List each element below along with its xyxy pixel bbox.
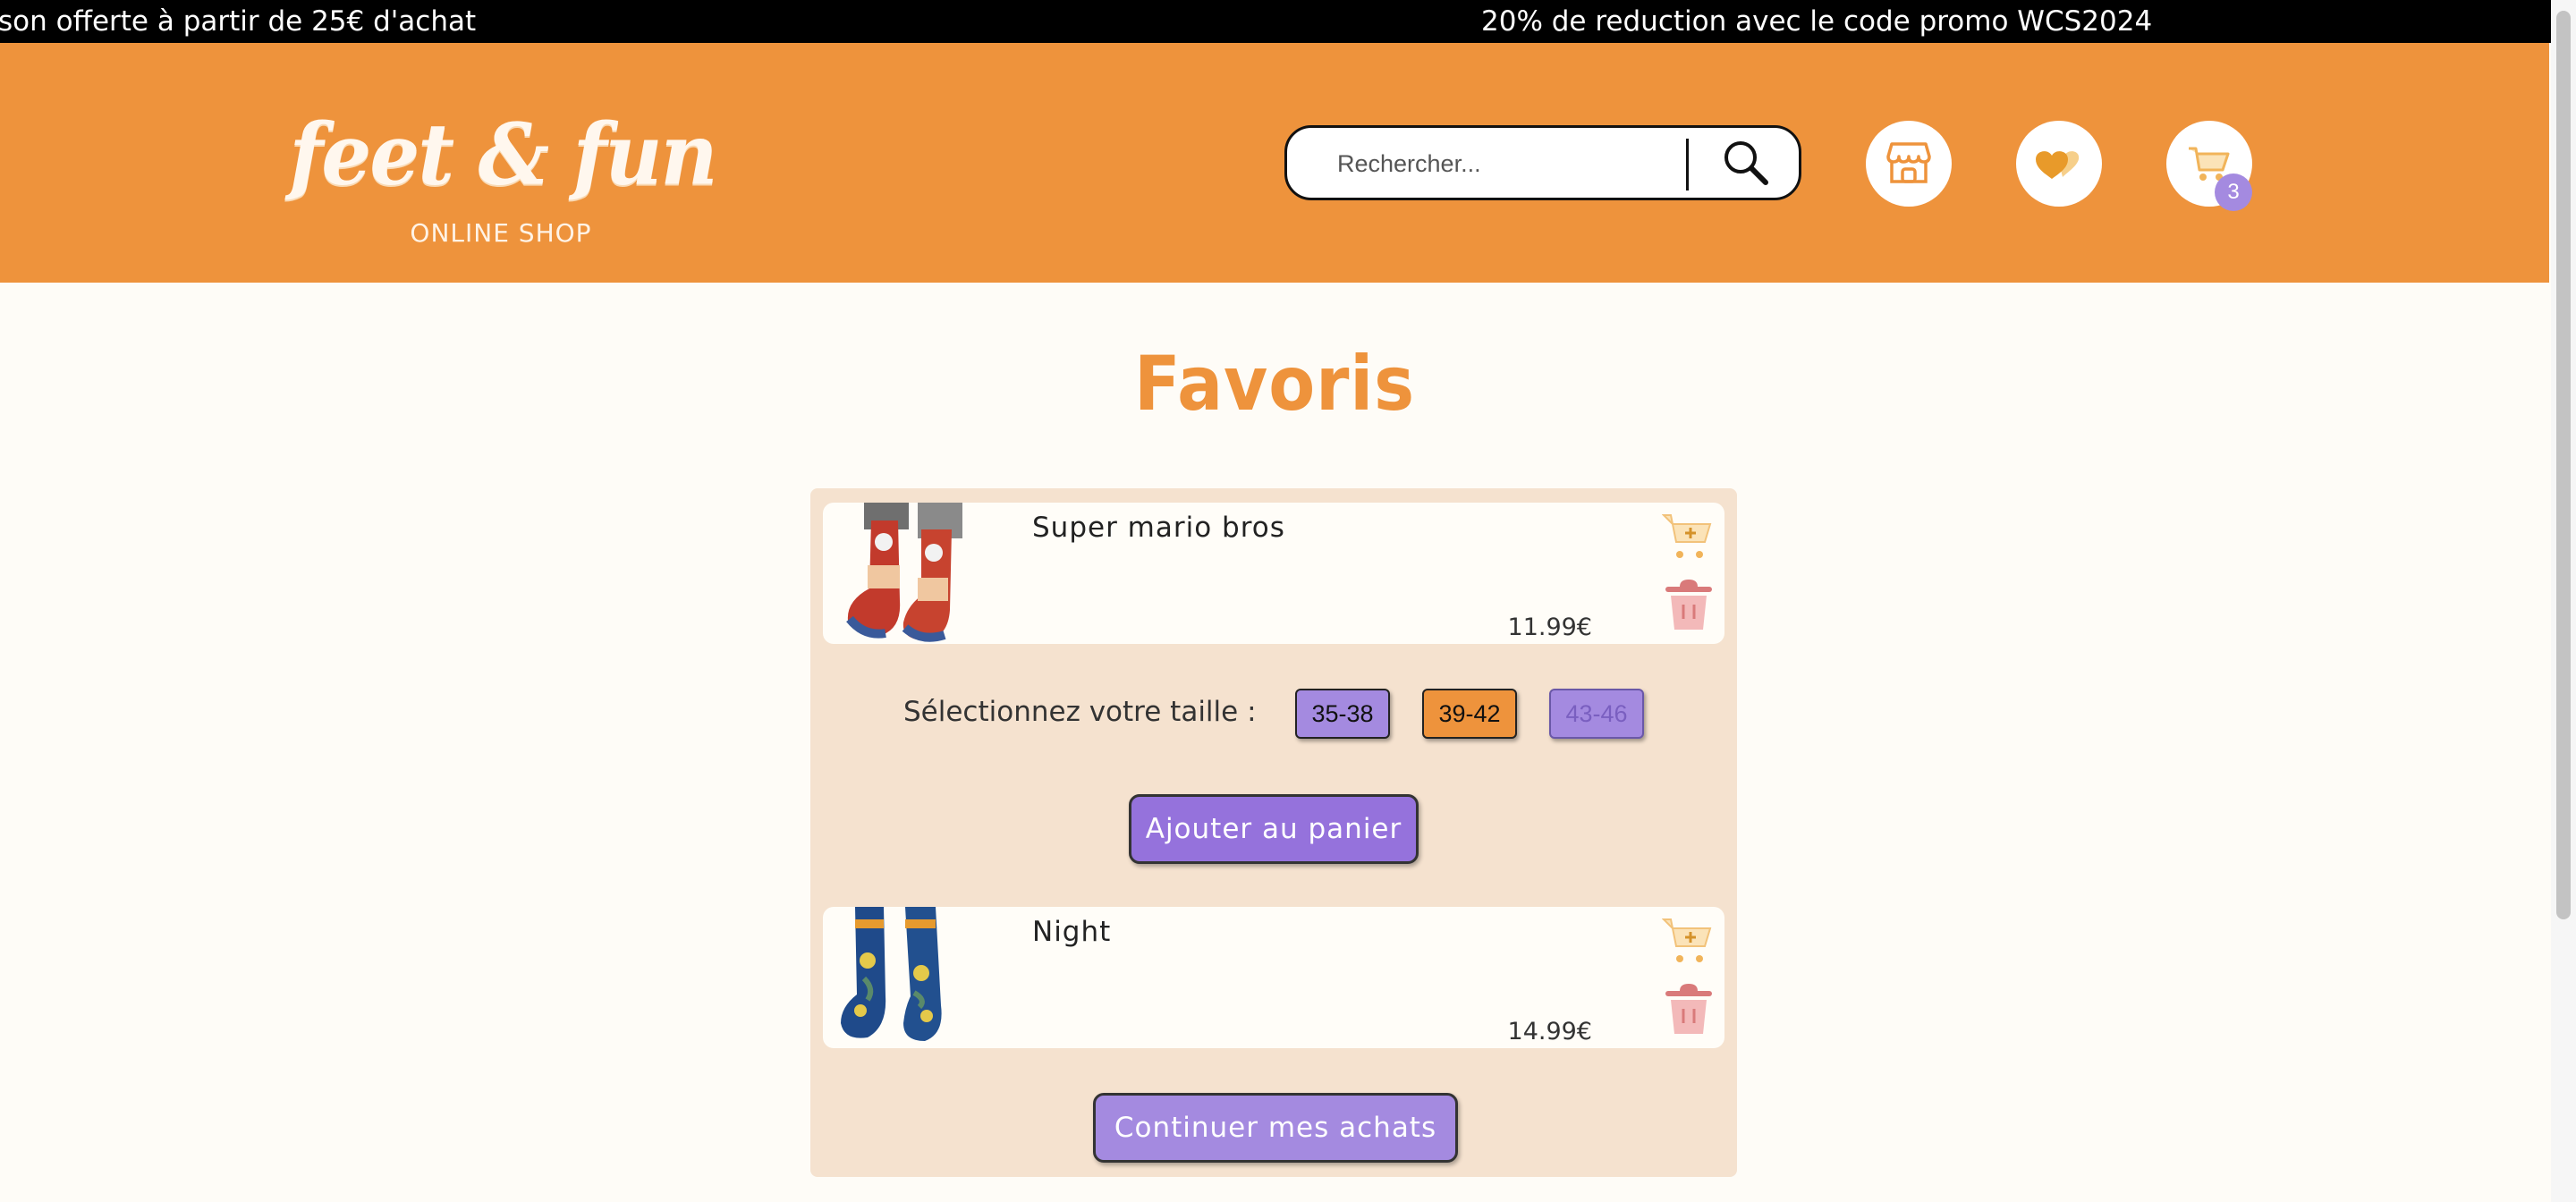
hearts-icon xyxy=(2036,151,2080,179)
shop-button[interactable] xyxy=(1866,121,1952,207)
favorite-item: Night 14.99€ xyxy=(823,907,1724,1048)
search-icon xyxy=(1724,141,1768,185)
product-image-mario-socks xyxy=(846,503,962,642)
trash-icon[interactable] xyxy=(1664,578,1714,631)
shop-icon xyxy=(1886,142,1931,183)
product-price: 11.99€ xyxy=(1507,614,1592,641)
add-to-cart-button[interactable]: Ajouter au panier xyxy=(1129,794,1419,864)
page-title: Favoris xyxy=(1134,340,1415,427)
size-picker-label: Sélectionnez votre taille : xyxy=(903,696,1257,728)
promo-banner: son offerte à partir de 25€ d'achat 20% … xyxy=(0,0,2576,43)
search-bar xyxy=(1284,125,1801,200)
promo-code-text: 20% de reduction avec le code promo WCS2… xyxy=(1481,5,2153,38)
scrollbar-thumb[interactable] xyxy=(2556,11,2571,919)
search-button[interactable] xyxy=(1697,133,1795,192)
logo-title: feet & fun xyxy=(289,103,717,205)
size-option-39-42[interactable]: 39-42 xyxy=(1422,689,1517,739)
add-to-cart-icon[interactable] xyxy=(1662,914,1714,966)
product-price: 14.99€ xyxy=(1507,1018,1592,1045)
continue-shopping-button[interactable]: Continuer mes achats xyxy=(1093,1093,1458,1163)
size-option-43-46[interactable]: 43-46 xyxy=(1549,689,1644,739)
size-option-35-38[interactable]: 35-38 xyxy=(1295,689,1390,739)
search-input[interactable] xyxy=(1337,140,1677,187)
trash-icon[interactable] xyxy=(1664,982,1714,1036)
product-image-night-socks xyxy=(841,907,942,1041)
product-name[interactable]: Super mario bros xyxy=(1032,512,1285,544)
promo-shipping-text: son offerte à partir de 25€ d'achat xyxy=(0,5,477,38)
product-name[interactable]: Night xyxy=(1032,916,1111,948)
cart-count-badge: 3 xyxy=(2215,174,2252,211)
add-to-cart-icon[interactable] xyxy=(1662,510,1714,562)
favorites-button[interactable] xyxy=(2016,121,2102,207)
search-divider xyxy=(1686,139,1689,190)
favorite-item: Super mario bros 11.99€ xyxy=(823,503,1724,644)
logo-subtitle: ONLINE SHOP xyxy=(410,218,592,248)
logo[interactable]: feet & fun ONLINE SHOP xyxy=(268,103,733,277)
